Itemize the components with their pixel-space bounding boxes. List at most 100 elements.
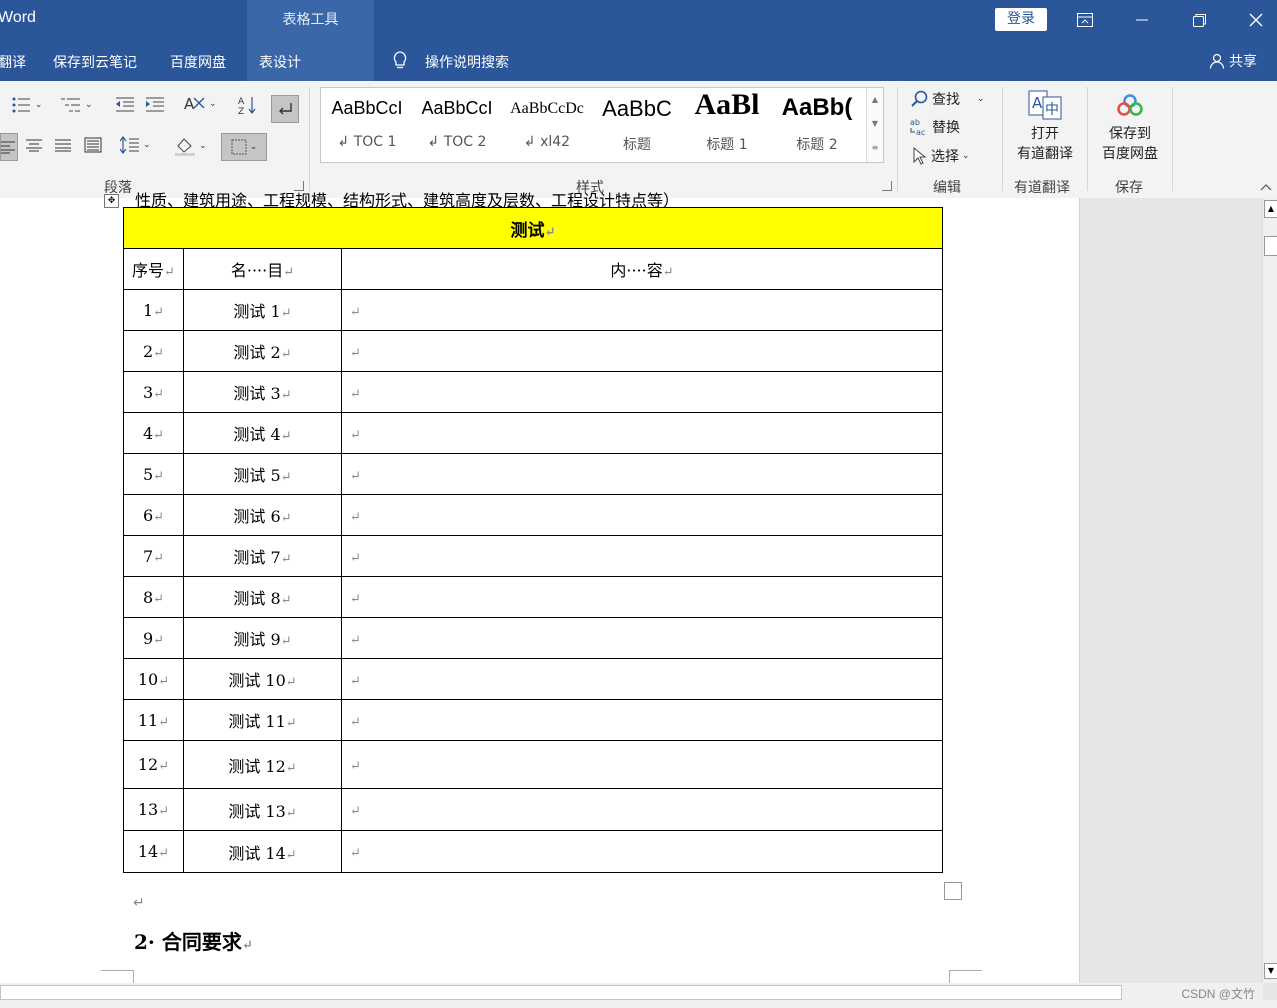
cell-name[interactable]: 测试 4↵ <box>183 412 342 454</box>
table-resize-handle[interactable] <box>944 882 962 900</box>
horizontal-scroll-thumb[interactable] <box>0 985 1122 1000</box>
style-toc1[interactable]: AaBbCcI ↲ TOC 1 <box>323 88 411 162</box>
document-page[interactable]: 性质、建筑用途、工程规模、结构形式、建筑高度及层数、工程设计特点等） ✥ 测试↵… <box>0 191 1080 983</box>
gallery-more-icon[interactable]: ≡ <box>867 136 883 160</box>
cell-number[interactable]: 1↵ <box>123 289 184 331</box>
cell-content[interactable]: ↵ <box>341 494 943 536</box>
cell-content[interactable]: ↵ <box>341 535 943 577</box>
sort-button[interactable]: AZ <box>238 95 258 115</box>
increase-indent-button[interactable] <box>145 97 165 113</box>
cell-name[interactable]: 测试 1↵ <box>183 289 342 331</box>
align-left-button[interactable] <box>0 133 18 161</box>
line-spacing-button[interactable]: ⌄ <box>120 136 151 154</box>
gallery-down-icon[interactable]: ▼ <box>867 112 883 136</box>
multilevel-list-button[interactable]: ⌄ <box>60 97 93 113</box>
cell-content[interactable]: ↵ <box>341 371 943 413</box>
cell-number[interactable]: 6↵ <box>123 494 184 536</box>
tell-me-search[interactable]: 操作说明搜索 <box>425 52 509 72</box>
save-to-baidu-button[interactable]: 保存到 百度网盘 <box>1098 91 1162 163</box>
login-button[interactable]: 登录 <box>995 8 1047 31</box>
cell-content[interactable]: ↵ <box>341 788 943 831</box>
tab-translate[interactable]: 翻译 <box>0 52 26 72</box>
cell-name[interactable]: 测试 7↵ <box>183 535 342 577</box>
select-button[interactable]: 选择 ⌄ <box>912 146 970 166</box>
data-table[interactable]: 测试↵ 序号↵ 名····目↵ 内····容↵ 1↵ 测试 1↵ ↵ 2↵ 测试 2↵ ↵… <box>123 207 943 873</box>
cell-name[interactable]: 测试 14↵ <box>183 830 342 873</box>
header-cell-number[interactable]: 序号↵ <box>123 248 184 290</box>
style-heading2[interactable]: AaBb( 标题 2 <box>773 88 861 162</box>
table-title-cell[interactable]: 测试↵ <box>123 207 943 249</box>
header-cell-content[interactable]: 内····容↵ <box>341 248 943 290</box>
share-button[interactable]: 共享 <box>1209 51 1257 71</box>
cell-name[interactable]: 测试 12↵ <box>183 740 342 789</box>
style-xl42[interactable]: AaBbCcDc ↲ xl42 <box>503 88 591 162</box>
table-move-handle-icon[interactable]: ✥ <box>104 194 119 208</box>
replace-button[interactable]: ab ac 替换 <box>909 117 960 137</box>
cell-content[interactable]: ↵ <box>341 740 943 789</box>
cell-content[interactable]: ↵ <box>341 289 943 331</box>
cell-number[interactable]: 3↵ <box>123 371 184 413</box>
align-center-button[interactable] <box>26 138 42 152</box>
cell-name[interactable]: 测试 2↵ <box>183 330 342 372</box>
cell-name[interactable]: 测试 9↵ <box>183 617 342 659</box>
cell-name[interactable]: 测试 13↵ <box>183 788 342 831</box>
cell-number[interactable]: 12↵ <box>123 740 184 789</box>
cell-number[interactable]: 8↵ <box>123 576 184 618</box>
cell-name[interactable]: 测试 6↵ <box>183 494 342 536</box>
bullets-button[interactable]: ⌄ <box>12 97 43 113</box>
cell-number[interactable]: 7↵ <box>123 535 184 577</box>
style-toc2[interactable]: AaBbCcI ↲ TOC 2 <box>413 88 501 162</box>
cell-content[interactable]: ↵ <box>341 830 943 873</box>
cell-name[interactable]: 测试 8↵ <box>183 576 342 618</box>
align-right-button[interactable] <box>55 138 71 152</box>
close-button[interactable] <box>1233 0 1277 40</box>
scroll-down-icon[interactable]: ▼ <box>1264 963 1277 979</box>
cell-number[interactable]: 2↵ <box>123 330 184 372</box>
vertical-scrollbar[interactable]: ▲ ▼ <box>1262 198 1277 983</box>
cell-content[interactable]: ↵ <box>341 412 943 454</box>
cell-content[interactable]: ↵ <box>341 658 943 700</box>
scroll-up-icon[interactable]: ▲ <box>1264 200 1277 218</box>
cell-content[interactable]: ↵ <box>341 330 943 372</box>
borders-button[interactable]: ⌄ <box>221 133 267 161</box>
cell-content[interactable]: ↵ <box>341 453 943 495</box>
style-title[interactable]: AaBbC 标题 <box>593 88 681 162</box>
section-heading[interactable]: 2· 合同要求↵ <box>134 926 253 955</box>
styles-gallery[interactable]: AaBbCcI ↲ TOC 1 AaBbCcI ↲ TOC 2 AaBbCcDc… <box>320 87 884 163</box>
shading-button[interactable]: ⌄ <box>174 136 207 156</box>
style-heading1[interactable]: AaBl 标题 1 <box>683 88 771 162</box>
cell-content[interactable]: ↵ <box>341 617 943 659</box>
tab-baidu-netdisk[interactable]: 百度网盘 <box>170 52 226 72</box>
minimize-button[interactable] <box>1119 0 1165 40</box>
tab-table-design[interactable]: 表设计 <box>259 52 301 72</box>
cell-number[interactable]: 10↵ <box>123 658 184 700</box>
cell-content[interactable]: ↵ <box>341 699 943 741</box>
cell-number[interactable]: 4↵ <box>123 412 184 454</box>
scroll-thumb[interactable] <box>1264 236 1277 256</box>
tab-save-to-cloud-notes[interactable]: 保存到云笔记 <box>53 52 137 72</box>
cell-name[interactable]: 测试 5↵ <box>183 453 342 495</box>
cell-number[interactable]: 11↵ <box>123 699 184 741</box>
show-hide-marks-button[interactable] <box>271 95 299 123</box>
distributed-button[interactable] <box>84 137 102 153</box>
horizontal-scrollbar[interactable] <box>0 983 1263 1000</box>
find-button[interactable]: 查找 ⌄ <box>911 89 985 109</box>
cell-number[interactable]: 14↵ <box>123 830 184 873</box>
cell-content[interactable]: ↵ <box>341 576 943 618</box>
paragraph-mark: ↵ <box>285 716 297 731</box>
restore-button[interactable] <box>1176 0 1222 40</box>
open-youdao-button[interactable]: A中 打开 有道翻译 <box>1013 89 1077 163</box>
cell-number[interactable]: 5↵ <box>123 453 184 495</box>
header-cell-name[interactable]: 名····目↵ <box>183 248 342 290</box>
ribbon-display-options-button[interactable] <box>1062 0 1108 40</box>
decrease-indent-button[interactable] <box>115 97 135 113</box>
gallery-up-icon[interactable]: ▲ <box>867 88 883 112</box>
cell-name[interactable]: 测试 3↵ <box>183 371 342 413</box>
cell-name[interactable]: 测试 11↵ <box>183 699 342 741</box>
text-direction-button[interactable]: A ⌄ <box>184 95 217 113</box>
cell-name[interactable]: 测试 10↵ <box>183 658 342 700</box>
cell-number[interactable]: 9↵ <box>123 617 184 659</box>
styles-dialog-launcher-icon[interactable] <box>882 181 892 191</box>
cell-number[interactable]: 13↵ <box>123 788 184 831</box>
collapse-ribbon-button[interactable] <box>1260 183 1272 191</box>
